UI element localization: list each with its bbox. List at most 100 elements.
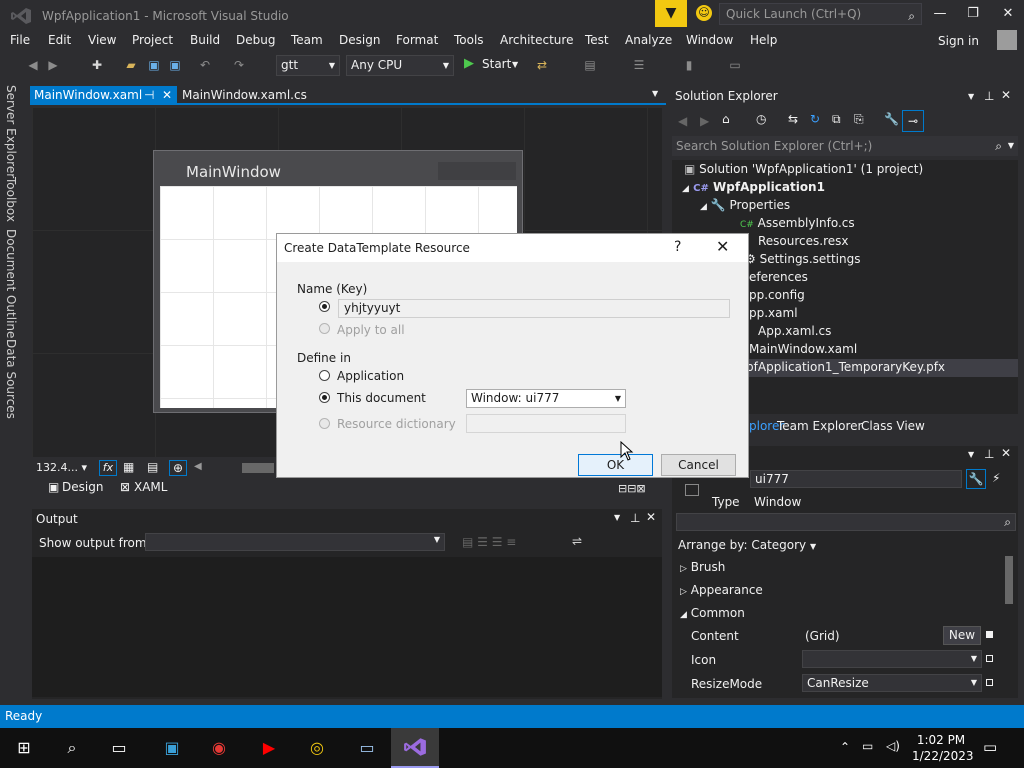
windows-start-icon[interactable]: ⊞ — [11, 735, 37, 761]
new-content-button[interactable]: New — [943, 626, 981, 645]
toolbar-action-icon[interactable]: ▤ — [583, 58, 597, 72]
properties-scrollbar-thumb[interactable] — [1005, 556, 1013, 604]
application-radio[interactable] — [319, 370, 330, 381]
back-icon[interactable]: ◀ — [678, 114, 687, 128]
output-dropdown-icon[interactable]: ▼ — [614, 513, 620, 522]
tree-item-references[interactable]: eferences — [749, 270, 808, 284]
cancel-button[interactable]: Cancel — [661, 454, 736, 476]
sync-icon[interactable]: ⇆ — [788, 112, 798, 126]
menu-window[interactable]: Window — [686, 33, 733, 47]
tab-xaml[interactable]: XAML — [134, 480, 167, 494]
tree-item-app-config[interactable]: pp.config — [749, 288, 805, 302]
tree-item-properties[interactable]: ◢ 🔧 Properties — [700, 198, 790, 212]
menu-team[interactable]: Team — [291, 33, 323, 47]
align-icon[interactable]: ☰ — [632, 58, 646, 72]
properties-search-input[interactable]: ⌕ — [676, 513, 1016, 531]
snap-grid-icon[interactable]: ▤ — [147, 460, 158, 474]
volume-icon[interactable]: ◁) — [886, 739, 900, 753]
menu-architecture[interactable]: Architecture — [500, 33, 573, 47]
redo-icon[interactable]: ↷ — [232, 58, 246, 72]
zoom-select[interactable]: 132.4... ▾ — [36, 461, 94, 477]
tab-mainwindow-xaml[interactable]: MainWindow.xaml ⊣ ✕ — [30, 86, 177, 105]
category-brush[interactable]: ▷ Brush — [680, 560, 725, 574]
task-view-icon[interactable]: ▭ — [106, 735, 132, 761]
notifications-icon[interactable]: ▭ — [983, 738, 997, 756]
arrange-by-select[interactable]: Arrange by: Category ▼ — [678, 538, 816, 552]
search-icon[interactable]: ⌕ — [59, 735, 85, 761]
notification-filter-icon[interactable]: ▼ — [655, 0, 687, 27]
word-wrap-icon[interactable]: ⇌ — [572, 534, 582, 548]
save-icon[interactable]: ▣ — [147, 58, 161, 72]
grid-toggle-icon[interactable]: ▦ — [123, 460, 134, 474]
tree-item-assemblyinfo[interactable]: C# AssemblyInfo.cs — [740, 216, 855, 230]
category-appearance[interactable]: ▷ Appearance — [680, 583, 763, 597]
app-teamviewer-icon[interactable]: ▣ — [159, 735, 185, 761]
save-all-icon[interactable]: ▣ — [168, 58, 182, 72]
solution-explorer-dropdown-icon[interactable]: ▼ — [968, 92, 974, 101]
tab-data-sources[interactable]: Data Sources — [4, 339, 18, 419]
element-name-input[interactable]: ui777 — [750, 470, 962, 488]
tab-mainwindow-xaml-cs[interactable]: MainWindow.xaml.cs — [182, 86, 307, 105]
name-key-input[interactable]: yhjtyyuyt — [338, 299, 730, 318]
close-window-button[interactable]: ✕ — [996, 4, 1020, 24]
split-pane-icons[interactable]: ⊟⊟⊠ — [618, 482, 646, 495]
tree-item-app-xaml[interactable]: pp.xaml — [749, 306, 798, 320]
properties-dropdown-icon[interactable]: ▼ — [968, 450, 974, 459]
tab-design[interactable]: Design — [62, 480, 103, 494]
close-tab-icon[interactable]: ✕ — [162, 86, 172, 105]
property-marker-icon[interactable] — [986, 655, 993, 662]
configuration-select[interactable]: gtt ▼ — [276, 55, 340, 76]
property-icon-select[interactable]: ▼ — [802, 650, 982, 668]
this-document-radio[interactable] — [319, 392, 330, 403]
menu-project[interactable]: Project — [132, 33, 173, 47]
pin-icon[interactable]: ⊣ — [144, 86, 154, 105]
tab-team-explorer[interactable]: Team Explorer — [777, 419, 863, 433]
back-icon[interactable]: ◀ — [26, 58, 40, 72]
tab-list-dropdown-icon[interactable]: ▼ — [652, 89, 658, 98]
tab-document-outline[interactable]: Document Outline — [4, 229, 18, 338]
menu-view[interactable]: View — [88, 33, 116, 47]
comment-icon[interactable]: ▭ — [728, 58, 742, 72]
browser-link-icon[interactable]: ⇄ — [535, 58, 549, 72]
property-marker-icon[interactable] — [986, 679, 993, 686]
refresh-icon[interactable]: ↻ — [810, 112, 820, 126]
menu-file[interactable]: File — [10, 33, 30, 47]
tab-class-view[interactable]: Class View — [861, 419, 925, 433]
tree-item-settings[interactable]: ⚙ Settings.settings — [745, 252, 860, 266]
pending-changes-icon[interactable]: ◷ — [756, 112, 766, 126]
solution-search-input[interactable]: Search Solution Explorer (Ctrl+;) ⌕ ▼ — [672, 136, 1018, 156]
menu-format[interactable]: Format — [396, 33, 438, 47]
start-button[interactable]: Start — [482, 57, 511, 71]
properties-pin-icon[interactable]: ⊥ — [984, 447, 994, 461]
events-lightning-icon[interactable]: ⚡ — [992, 471, 1000, 485]
undo-icon[interactable]: ↶ — [198, 58, 212, 72]
property-resizemode-select[interactable]: CanResize ▼ — [802, 674, 982, 692]
solution-explorer-pin-icon[interactable]: ⊥ — [984, 89, 994, 103]
output-source-select[interactable]: ▼ — [145, 533, 445, 551]
tree-item-mainwindow-xaml[interactable]: MainWindow.xaml — [749, 342, 857, 356]
feedback-smiley-icon[interactable]: ☺ — [696, 5, 712, 21]
tab-server-explorer[interactable]: Server Explorer — [4, 85, 18, 178]
tray-overflow-icon[interactable]: ⌃ — [840, 740, 850, 754]
menu-help[interactable]: Help — [750, 33, 777, 47]
output-toolbar-icons[interactable]: ▤ ☰ ☰ ≡ — [462, 535, 516, 549]
menu-test[interactable]: Test — [585, 33, 609, 47]
network-icon[interactable]: ▭ — [862, 739, 873, 753]
apply-to-all-radio[interactable] — [319, 323, 330, 334]
tree-item-project[interactable]: ◢ C# WpfApplication1 — [682, 180, 825, 194]
resource-dictionary-radio[interactable] — [319, 418, 330, 429]
bookmark-icon[interactable]: ▮ — [682, 58, 696, 72]
properties-wrench-icon[interactable]: 🔧 — [966, 469, 986, 489]
forward-icon[interactable]: ▶ — [46, 58, 60, 72]
platform-select[interactable]: Any CPU ▼ — [346, 55, 454, 76]
tree-item-resources[interactable]: Resources.resx — [758, 234, 849, 248]
maximize-button[interactable]: ❐ — [961, 4, 985, 24]
window-app-icon[interactable]: ▭ — [354, 735, 380, 761]
scroll-left-icon[interactable]: ◀ — [194, 461, 202, 472]
tab-toolbox[interactable]: Toolbox — [4, 177, 18, 222]
effects-icon[interactable]: fx — [99, 460, 117, 476]
sign-in-link[interactable]: Sign in — [938, 34, 979, 48]
output-pin-icon[interactable]: ⊥ — [630, 511, 640, 525]
menu-build[interactable]: Build — [190, 33, 220, 47]
property-marker-icon[interactable] — [986, 631, 993, 638]
